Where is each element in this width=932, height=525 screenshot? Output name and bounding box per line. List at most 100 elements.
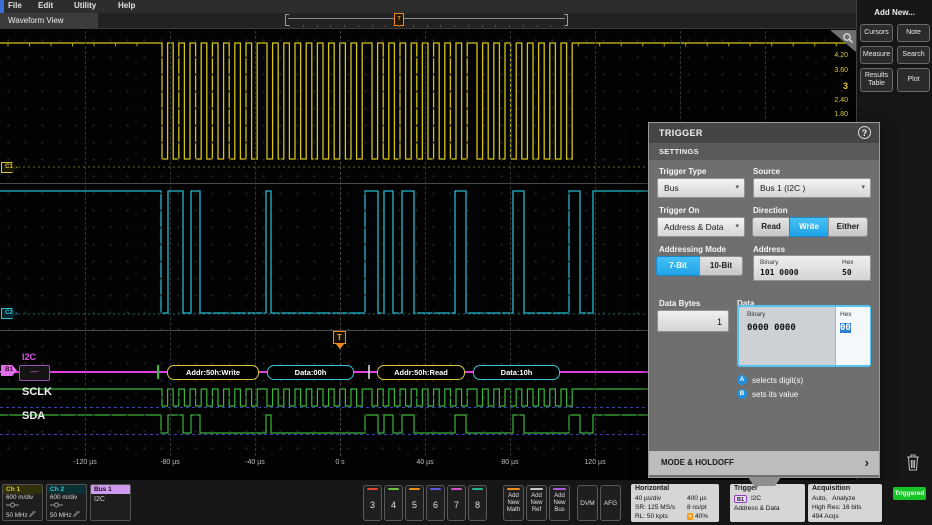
mode-holdoff-bar[interactable]: MODE & HOLDOFF: [649, 451, 879, 475]
add-new-bus-button[interactable]: AddNewBus: [549, 485, 570, 521]
record-tick: [372, 25, 373, 27]
time-label: 80 µs: [482, 459, 538, 466]
data-binary-label: Binary: [747, 311, 765, 318]
knob-a-hint: selects digit(s): [752, 376, 803, 385]
source-dropdown[interactable]: Bus 1 (I2C ) ▾: [753, 178, 871, 198]
bandwidth-icon: [73, 511, 81, 517]
chevron-down-icon: ▾: [861, 179, 865, 197]
decode-packet[interactable]: Data:00h: [267, 365, 354, 380]
channel-number: 7: [448, 500, 465, 510]
record-tick: [413, 25, 414, 27]
record-tick: [303, 25, 304, 27]
trigger-type-dropdown[interactable]: Bus ▾: [657, 178, 745, 198]
button-color-stripe: [507, 488, 520, 490]
menu-file[interactable]: File: [8, 1, 22, 10]
button-label: AddNewBus: [550, 493, 569, 515]
trigger-on-dropdown[interactable]: Address & Data ▾: [657, 217, 745, 237]
add-new-plot[interactable]: Plot: [897, 68, 930, 92]
channel-number: 5: [406, 500, 423, 510]
add-new-math-button[interactable]: AddNewMath: [503, 485, 524, 521]
trash-icon: [902, 451, 924, 473]
add-new-cursors[interactable]: Cursors: [860, 24, 893, 42]
channel-button-5[interactable]: 5: [405, 485, 424, 521]
horizontal-scale: 40 µs/div: [635, 495, 661, 502]
data-binary-value[interactable]: 0000 0000: [747, 323, 796, 333]
trigger-type-label: Trigger Type: [659, 167, 706, 176]
channel-button-8[interactable]: 8: [468, 485, 487, 521]
add-new-search[interactable]: Search: [897, 46, 930, 64]
ch1-badge[interactable]: Ch 1 600 m/div 50 MHz: [2, 484, 43, 521]
channel-color-stripe: [409, 488, 420, 490]
ch1-name: Ch 1: [3, 485, 42, 494]
decode-packet[interactable]: Addr:50h:Write: [167, 365, 259, 380]
oscilloscope-screen: FileEditUtilityHelp Waveform View T 4.20…: [0, 0, 932, 525]
trigger-badge[interactable]: Trigger B1 I2C Address & Data: [730, 484, 805, 522]
address-field[interactable]: Binary 101 0000 Hex 50: [753, 255, 871, 281]
trigger-position-pct: 40%: [695, 513, 708, 520]
y-scale-label: 1.80: [790, 111, 848, 118]
data-field[interactable]: Binary 0000 0000 Hex 00: [737, 305, 871, 367]
menu-edit[interactable]: Edit: [38, 1, 53, 10]
record-view-bar[interactable]: T: [285, 14, 568, 24]
channel-button-7[interactable]: 7: [447, 485, 466, 521]
channel-button-6[interactable]: 6: [426, 485, 445, 521]
bandwidth-icon: [29, 511, 37, 517]
dvm-button[interactable]: DVM: [577, 485, 598, 521]
data-bytes-label: Data Bytes: [659, 299, 700, 308]
direction-either[interactable]: Either: [828, 217, 868, 237]
data-bytes-field[interactable]: 1: [657, 310, 729, 332]
horizontal-span: 400 µs: [687, 495, 707, 502]
menu-help[interactable]: Help: [118, 1, 135, 10]
channel-button-3[interactable]: 3: [363, 485, 382, 521]
time-label: -120 µs: [57, 459, 113, 466]
horizontal-badge[interactable]: Horizontal 40 µs/div 400 µs SR: 125 MS/s…: [631, 484, 719, 522]
bus1-name: Bus 1: [91, 485, 130, 494]
direction-read[interactable]: Read: [752, 217, 790, 237]
acquisition-title: Acquisition: [808, 484, 882, 492]
ch2-badge[interactable]: Ch 2 600 m/div 50 MHz: [46, 484, 87, 521]
direction-write[interactable]: Write: [789, 217, 829, 237]
data-hex-value[interactable]: 00: [840, 323, 851, 333]
channel-number: 4: [385, 500, 402, 510]
dvm-label: DVM: [578, 500, 597, 507]
addressing-7-bit[interactable]: 7-Bit: [656, 256, 700, 276]
add-new-measure[interactable]: Measure: [860, 46, 893, 64]
trigger-flag-icon[interactable]: T: [333, 331, 346, 344]
y-scale-label: 3.60: [790, 67, 848, 74]
add-new-note[interactable]: Note: [897, 24, 930, 42]
decode-packet[interactable]: Data:10h: [473, 365, 560, 380]
record-tick: [482, 25, 483, 27]
afg-button[interactable]: AFG: [600, 485, 621, 521]
address-hex-value[interactable]: 50: [842, 268, 852, 277]
channel-color-stripe: [430, 488, 441, 490]
bus-handle[interactable]: —: [19, 365, 50, 381]
ch1-scale: 600 m/div: [3, 494, 42, 502]
button-color-stripe: [553, 488, 566, 490]
menu-utility[interactable]: Utility: [74, 1, 96, 10]
add-new-results-table[interactable]: Results Table: [860, 68, 893, 92]
afg-label: AFG: [601, 500, 620, 507]
bus1-badge-bottom[interactable]: Bus 1 I2C: [90, 484, 131, 521]
trigger-panel-header[interactable]: TRIGGER ?: [649, 123, 879, 143]
acq-count: 494 Acqs: [812, 513, 839, 520]
grid-line: [595, 31, 596, 456]
trigger-panel-title: TRIGGER: [659, 128, 703, 138]
tab-waveform-view[interactable]: Waveform View: [0, 13, 98, 28]
address-binary-label: Binary: [760, 259, 778, 266]
record-tick: [330, 25, 331, 27]
acquisition-badge[interactable]: Acquisition Auto, Analyze High Res: 16 b…: [808, 484, 882, 522]
record-tick: [385, 25, 386, 27]
trash-button[interactable]: [902, 451, 924, 473]
add-new-ref-button[interactable]: AddNewRef: [526, 485, 547, 521]
record-tick: [523, 25, 524, 27]
dc-coupling-icon: [3, 502, 42, 511]
record-tick: [564, 25, 565, 27]
menu-bar: File Edit Utility Help: [0, 0, 932, 13]
address-binary-value[interactable]: 101 0000: [760, 268, 799, 277]
decode-packet[interactable]: Addr:50h:Read: [377, 365, 465, 380]
y-scale-label: 2.40: [790, 97, 848, 104]
channel-button-4[interactable]: 4: [384, 485, 403, 521]
addressing-10-bit[interactable]: 10-Bit: [699, 256, 743, 276]
help-icon[interactable]: ?: [858, 126, 871, 139]
grid-line: [510, 31, 511, 456]
